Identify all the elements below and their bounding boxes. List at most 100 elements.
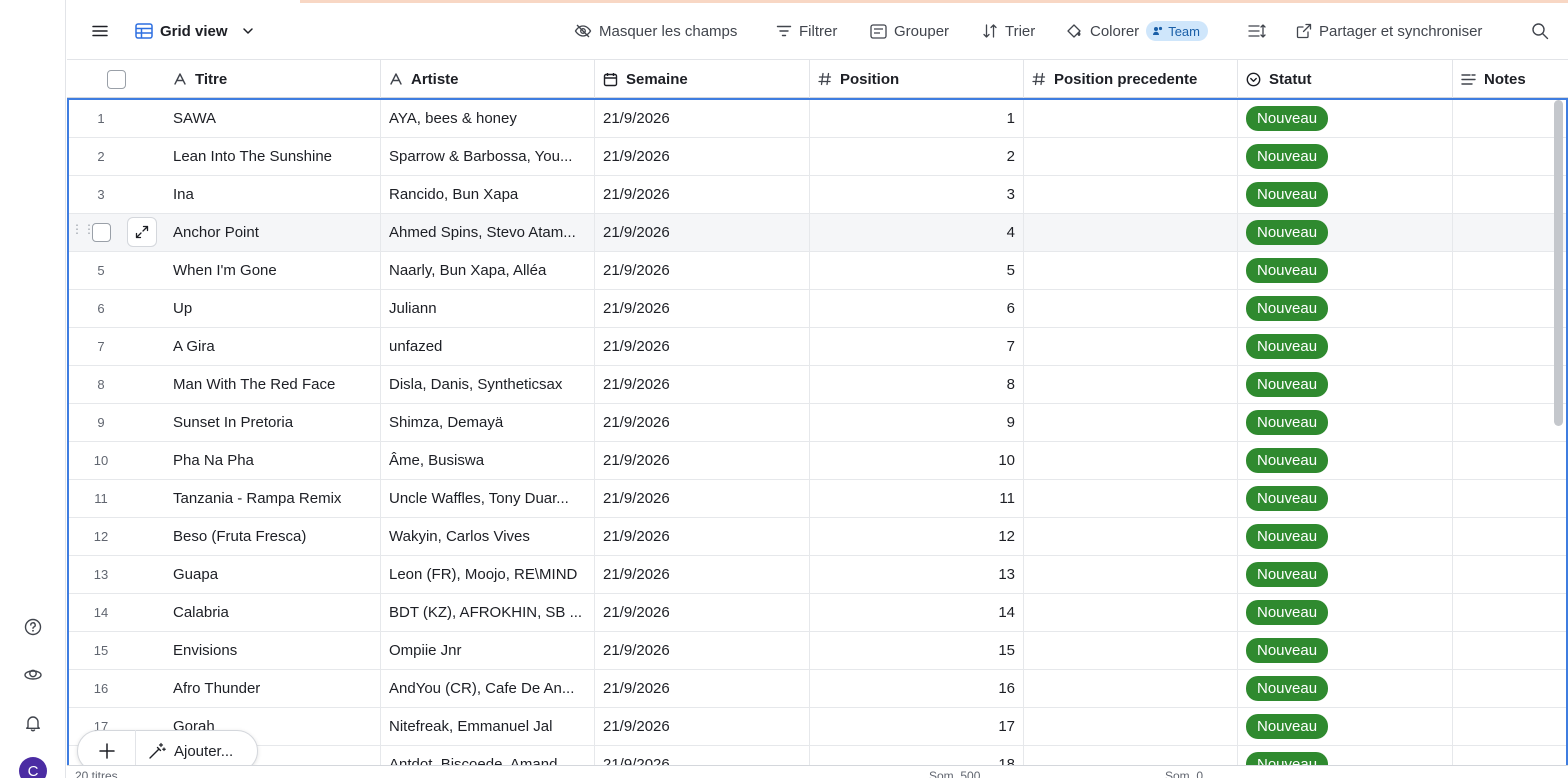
table-row[interactable]: 8 Man With The Red Face Disla, Danis, Synt… xyxy=(69,366,1566,404)
table-row[interactable]: 2 Lean Into The Sunshine Sparrow & Barboss… xyxy=(69,138,1566,176)
cell-status[interactable]: Nouveau xyxy=(1238,290,1453,327)
cell-notes[interactable] xyxy=(1453,252,1566,289)
cell-week[interactable]: 21/9/2026 xyxy=(595,670,810,707)
column-header-title[interactable]: Titre xyxy=(165,60,381,98)
cell-notes[interactable] xyxy=(1453,556,1566,593)
drag-handle-icon[interactable]: ⋮⋮ xyxy=(71,223,95,235)
cell-status[interactable]: Nouveau xyxy=(1238,138,1453,175)
expand-record-button[interactable] xyxy=(127,217,157,247)
table-row[interactable]: 3 Ina Rancido, Bun Xapa 21/9/2026 3 Nouveau xyxy=(69,176,1566,214)
help-icon[interactable] xyxy=(21,615,45,639)
cell-week[interactable]: 21/9/2026 xyxy=(595,632,810,669)
cell-week[interactable]: 21/9/2026 xyxy=(595,442,810,479)
cell-previous-position[interactable] xyxy=(1024,252,1238,289)
cell-notes[interactable] xyxy=(1453,480,1566,517)
cell-position[interactable]: 3 xyxy=(810,176,1024,213)
cell-artist[interactable]: Âme, Busiswa xyxy=(381,442,595,479)
cell-title[interactable]: Pha Na Pha xyxy=(165,442,381,479)
bell-icon[interactable] xyxy=(21,711,45,735)
table-row[interactable]: 14 Calabria BDT (KZ), AFROKHIN, SB ... 21/9… xyxy=(69,594,1566,632)
cell-position[interactable]: 1 xyxy=(810,100,1024,137)
cell-artist[interactable]: Sparrow & Barbossa, You... xyxy=(381,138,595,175)
cell-artist[interactable]: AndYou (CR), Cafe De An... xyxy=(381,670,595,707)
table-row[interactable]: 9 Sunset In Pretoria Shimza, Demayä 21/9/20… xyxy=(69,404,1566,442)
column-header-status[interactable]: Statut xyxy=(1238,60,1453,98)
cell-status[interactable]: Nouveau xyxy=(1238,214,1453,251)
team-badge[interactable]: Team xyxy=(1146,21,1208,41)
cell-status[interactable]: Nouveau xyxy=(1238,404,1453,441)
menu-icon[interactable] xyxy=(91,18,109,44)
cell-week[interactable]: 21/9/2026 xyxy=(595,100,810,137)
avatar[interactable]: C xyxy=(19,757,47,778)
cell-title[interactable]: Anchor Point xyxy=(165,214,381,251)
cell-week[interactable]: 21/9/2026 xyxy=(595,290,810,327)
cell-status[interactable]: Nouveau xyxy=(1238,480,1453,517)
column-header-position[interactable]: Position xyxy=(810,60,1024,98)
cell-status[interactable]: Nouveau xyxy=(1238,366,1453,403)
cell-position[interactable]: 2 xyxy=(810,138,1024,175)
cell-position[interactable]: 4 xyxy=(810,214,1024,251)
cell-notes[interactable] xyxy=(1453,708,1566,745)
cell-status[interactable]: Nouveau xyxy=(1238,328,1453,365)
cell-position[interactable]: 15 xyxy=(810,632,1024,669)
cell-notes[interactable] xyxy=(1453,670,1566,707)
universe-icon[interactable] xyxy=(21,663,45,687)
cell-notes[interactable] xyxy=(1453,746,1566,765)
table-row[interactable]: 16 Afro Thunder AndYou (CR), Cafe De An...… xyxy=(69,670,1566,708)
cell-title[interactable]: SAWA xyxy=(165,100,381,137)
cell-week[interactable]: 21/9/2026 xyxy=(595,594,810,631)
table-row[interactable]: Antdot, Biscoede, Amand... 21/9/2026 18 Nou… xyxy=(69,746,1566,765)
cell-position[interactable]: 11 xyxy=(810,480,1024,517)
cell-position[interactable]: 8 xyxy=(810,366,1024,403)
cell-previous-position[interactable] xyxy=(1024,746,1238,765)
cell-week[interactable]: 21/9/2026 xyxy=(595,518,810,555)
hide-fields-button[interactable]: Masquer les champs xyxy=(574,18,737,44)
cell-notes[interactable] xyxy=(1453,290,1566,327)
cell-status[interactable]: Nouveau xyxy=(1238,518,1453,555)
filter-button[interactable]: Filtrer xyxy=(776,18,837,44)
cell-notes[interactable] xyxy=(1453,176,1566,213)
cell-notes[interactable] xyxy=(1453,404,1566,441)
cell-artist[interactable]: Antdot, Biscoede, Amand... xyxy=(381,746,595,765)
cell-previous-position[interactable] xyxy=(1024,100,1238,137)
cell-notes[interactable] xyxy=(1453,138,1566,175)
cell-week[interactable]: 21/9/2026 xyxy=(595,214,810,251)
cell-previous-position[interactable] xyxy=(1024,518,1238,555)
cell-week[interactable]: 21/9/2026 xyxy=(595,556,810,593)
column-header-notes[interactable]: Notes xyxy=(1453,60,1568,98)
table-row[interactable]: 6 Up Juliann 21/9/2026 6 Nouveau xyxy=(69,290,1566,328)
cell-status[interactable]: Nouveau xyxy=(1238,670,1453,707)
cell-notes[interactable] xyxy=(1453,366,1566,403)
cell-week[interactable]: 21/9/2026 xyxy=(595,404,810,441)
cell-title[interactable]: Guapa xyxy=(165,556,381,593)
cell-previous-position[interactable] xyxy=(1024,366,1238,403)
cell-notes[interactable] xyxy=(1453,594,1566,631)
cell-status[interactable]: Nouveau xyxy=(1238,442,1453,479)
cell-week[interactable]: 21/9/2026 xyxy=(595,480,810,517)
cell-status[interactable]: Nouveau xyxy=(1238,632,1453,669)
cell-previous-position[interactable] xyxy=(1024,556,1238,593)
cell-title[interactable]: Envisions xyxy=(165,632,381,669)
cell-artist[interactable]: Ahmed Spins, Stevo Atam... xyxy=(381,214,595,251)
cell-notes[interactable] xyxy=(1453,518,1566,555)
search-icon[interactable] xyxy=(1531,18,1549,44)
cell-title[interactable]: Sunset In Pretoria xyxy=(165,404,381,441)
cell-position[interactable]: 18 xyxy=(810,746,1024,765)
table-row[interactable]: 7 A Gira unfazed 21/9/2026 7 Nouveau xyxy=(69,328,1566,366)
cell-week[interactable]: 21/9/2026 xyxy=(595,746,810,765)
cell-notes[interactable] xyxy=(1453,214,1566,251)
vertical-scrollbar[interactable] xyxy=(1554,100,1563,426)
column-header-week[interactable]: Semaine xyxy=(595,60,810,98)
table-row[interactable]: 15 Envisions Ompiie Jnr 21/9/2026 15 Nouveau xyxy=(69,632,1566,670)
table-row[interactable]: 10 Pha Na Pha Âme, Busiswa 21/9/2026 10 Nouve… xyxy=(69,442,1566,480)
cell-previous-position[interactable] xyxy=(1024,176,1238,213)
view-switcher[interactable]: Grid view xyxy=(135,18,255,44)
cell-artist[interactable]: BDT (KZ), AFROKHIN, SB ... xyxy=(381,594,595,631)
cell-week[interactable]: 21/9/2026 xyxy=(595,176,810,213)
cell-status[interactable]: Nouveau xyxy=(1238,252,1453,289)
cell-position[interactable]: 16 xyxy=(810,670,1024,707)
cell-previous-position[interactable] xyxy=(1024,290,1238,327)
cell-artist[interactable]: Rancido, Bun Xapa xyxy=(381,176,595,213)
previous-position-sum[interactable]: Som. 0 xyxy=(1165,769,1203,778)
cell-artist[interactable]: Juliann xyxy=(381,290,595,327)
